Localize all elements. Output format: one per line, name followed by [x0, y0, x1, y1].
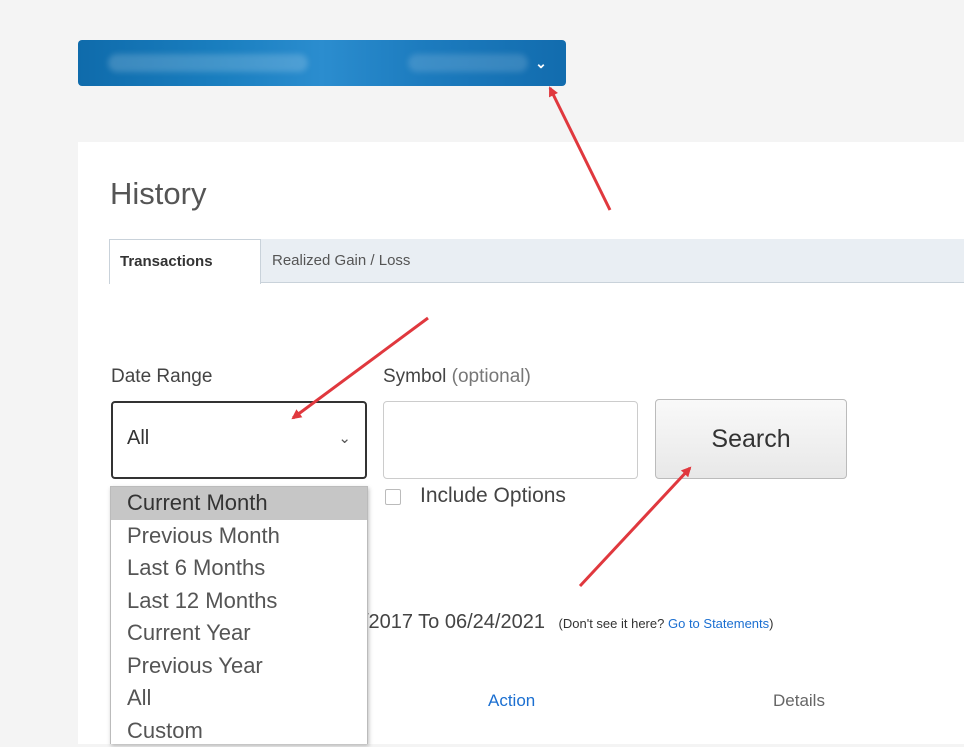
column-header-action[interactable]: Action: [488, 691, 535, 711]
dropdown-option-previous-year[interactable]: Previous Year: [111, 650, 367, 683]
date-range-dropdown: Current Month Previous Month Last 6 Mont…: [110, 486, 368, 744]
date-range-select[interactable]: All ⌄: [111, 401, 367, 479]
date-range-summary-text: '4/2017 To 06/24/2021: [348, 611, 545, 633]
column-header-details: Details: [773, 691, 825, 711]
account-name-redacted: [108, 54, 308, 72]
search-button[interactable]: Search: [655, 399, 847, 479]
account-number-redacted: [408, 54, 528, 72]
dropdown-option-previous-month[interactable]: Previous Month: [111, 520, 367, 553]
symbol-label: Symbol (optional): [383, 366, 531, 388]
dropdown-option-last-12-months[interactable]: Last 12 Months: [111, 585, 367, 618]
date-range-value: All: [127, 427, 149, 450]
dropdown-option-custom[interactable]: Custom: [111, 715, 367, 747]
include-options-checkbox[interactable]: [385, 489, 401, 505]
date-range-label: Date Range: [111, 366, 212, 388]
tab-realized-gain-loss[interactable]: Realized Gain / Loss: [262, 239, 420, 283]
statements-note: (Don't see it here? Go to Statements): [559, 616, 774, 631]
symbol-optional-text: (optional): [452, 366, 531, 387]
date-range-summary: '4/2017 To 06/24/2021 (Don't see it here…: [348, 611, 774, 634]
tab-transactions[interactable]: Transactions: [109, 239, 261, 284]
tab-bar: Transactions Realized Gain / Loss: [109, 239, 964, 283]
statements-note-suffix: ): [769, 616, 773, 631]
dropdown-option-last-6-months[interactable]: Last 6 Months: [111, 552, 367, 585]
symbol-input[interactable]: [383, 401, 638, 479]
dropdown-option-current-month[interactable]: Current Month: [111, 487, 367, 520]
symbol-label-text: Symbol: [383, 366, 446, 387]
statements-note-prefix: (Don't see it here?: [559, 616, 665, 631]
page-title: History: [110, 176, 206, 212]
dropdown-option-current-year[interactable]: Current Year: [111, 617, 367, 650]
chevron-down-icon: ⌄: [338, 429, 351, 447]
go-to-statements-link[interactable]: Go to Statements: [668, 616, 769, 631]
chevron-down-icon[interactable]: ⌄: [530, 52, 552, 74]
include-options-label: Include Options: [420, 484, 566, 508]
dropdown-option-all[interactable]: All: [111, 682, 367, 715]
account-selector[interactable]: ⌄: [78, 40, 566, 86]
